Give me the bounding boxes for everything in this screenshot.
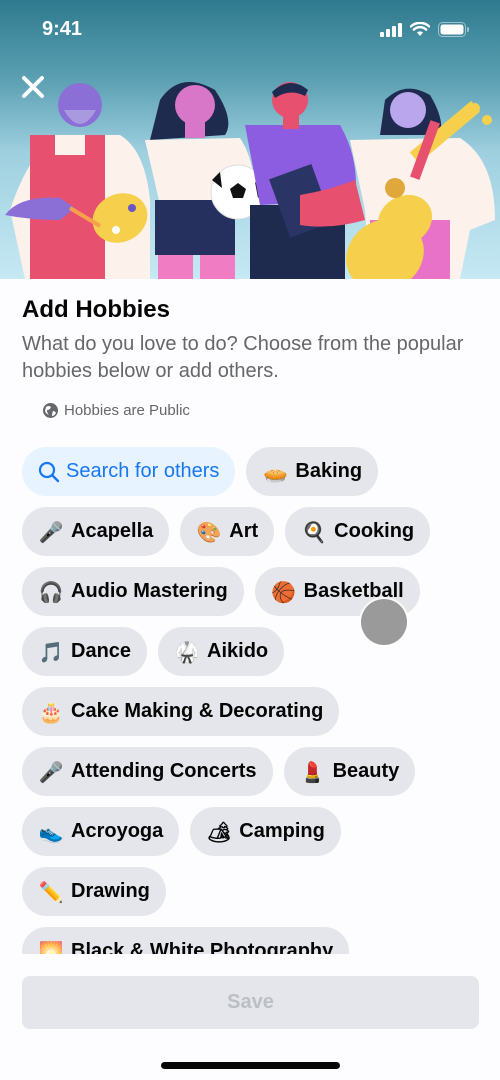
wifi-icon xyxy=(410,22,430,36)
hobby-chips-list: Search for others 🥧 Baking 🎤 Acapella 🎨 Art… xyxy=(22,447,482,954)
hobby-label: Acapella xyxy=(71,520,154,542)
hobby-label: Art xyxy=(229,520,259,542)
music-note-icon: 🎵 xyxy=(38,639,64,664)
lipstick-icon: 💄 xyxy=(300,759,326,784)
globe-icon xyxy=(43,403,58,418)
frying-pan-icon: 🍳 xyxy=(301,519,327,544)
hobby-chip-audio-mastering[interactable]: 🎧 Audio Mastering xyxy=(22,567,244,616)
status-icons xyxy=(380,22,470,37)
hobby-label: Black & White Photography xyxy=(71,940,334,954)
pencil-icon: ✏️ xyxy=(38,879,64,904)
basketball-icon: 🏀 xyxy=(271,579,297,604)
hobby-label: Acroyoga xyxy=(71,820,164,842)
cake-icon: 🎂 xyxy=(38,699,64,724)
page-title: Add Hobbies xyxy=(22,296,170,323)
hobby-chip-aikido[interactable]: 🥋 Aikido xyxy=(158,627,285,676)
signal-icon xyxy=(380,22,402,37)
hobby-chip-attending-concerts[interactable]: 🎤 Attending Concerts xyxy=(22,747,273,796)
home-indicator[interactable] xyxy=(161,1062,340,1069)
hobby-label: Camping xyxy=(239,820,325,842)
hobby-chip-baking[interactable]: 🥧 Baking xyxy=(246,447,379,496)
hobby-label: Baking xyxy=(295,460,363,482)
palette-icon: 🎨 xyxy=(196,519,222,544)
hobby-chips-scroll-area[interactable]: Search for others 🥧 Baking 🎤 Acapella 🎨 Art… xyxy=(0,444,500,954)
headphones-icon: 🎧 xyxy=(38,579,64,604)
sunrise-icon: 🌅 xyxy=(38,939,64,955)
guitarist-figure xyxy=(346,88,495,279)
privacy-label: Hobbies are Public xyxy=(64,402,190,419)
search-others-label: Search for others xyxy=(66,460,220,482)
hobby-chip-cake-making[interactable]: 🎂 Cake Making & Decorating xyxy=(22,687,340,736)
hobby-chip-cooking[interactable]: 🍳 Cooking xyxy=(285,507,431,556)
soccer-player-figure xyxy=(145,82,266,279)
hobby-chip-acroyoga[interactable]: 👟 Acroyoga xyxy=(22,807,180,856)
hobby-label: Aikido xyxy=(207,640,269,662)
privacy-indicator: Hobbies are Public xyxy=(42,402,190,419)
search-others-chip[interactable]: Search for others xyxy=(22,447,236,496)
painter-figure xyxy=(5,83,150,279)
hobby-chip-black-white-photography[interactable]: 🌅 Black & White Photography xyxy=(22,927,350,955)
hobby-chip-camping[interactable]: 🏕 Camping xyxy=(190,807,341,856)
save-button[interactable]: Save xyxy=(22,976,479,1029)
hobby-label: Attending Concerts xyxy=(71,760,257,782)
sneaker-icon: 👟 xyxy=(38,819,64,844)
page-subtitle: What do you love to do? Choose from the … xyxy=(22,333,464,382)
battery-icon xyxy=(438,22,469,37)
hobby-chip-dance[interactable]: 🎵 Dance xyxy=(22,627,148,676)
hobby-label: Audio Mastering xyxy=(71,580,228,602)
search-icon xyxy=(38,461,60,482)
status-bar: 9:41 xyxy=(0,0,500,60)
header-illustration-area: 9:41 xyxy=(0,0,500,279)
people-with-hobbies-illustration xyxy=(5,82,495,279)
hobby-label: Cake Making & Decorating xyxy=(71,700,324,722)
hobby-label: Dance xyxy=(71,640,132,662)
hobby-label: Cooking xyxy=(334,520,415,542)
camping-icon: 🏕 xyxy=(206,819,232,844)
hobby-chip-beauty[interactable]: 💄 Beauty xyxy=(283,747,416,796)
hobby-label: Drawing xyxy=(71,880,150,902)
martial-arts-uniform-icon: 🥋 xyxy=(174,639,200,664)
microphone-icon: 🎤 xyxy=(38,519,64,544)
reader-figure xyxy=(245,82,365,279)
hobby-chip-acapella[interactable]: 🎤 Acapella xyxy=(22,507,170,556)
touch-indicator xyxy=(361,599,407,645)
pie-icon: 🥧 xyxy=(262,459,288,484)
microphone-icon: 🎤 xyxy=(38,759,64,784)
hobby-chip-drawing[interactable]: ✏️ Drawing xyxy=(22,867,166,916)
hobby-chip-art[interactable]: 🎨 Art xyxy=(180,507,275,556)
hobby-label: Beauty xyxy=(332,760,400,782)
status-time: 9:41 xyxy=(42,18,83,40)
